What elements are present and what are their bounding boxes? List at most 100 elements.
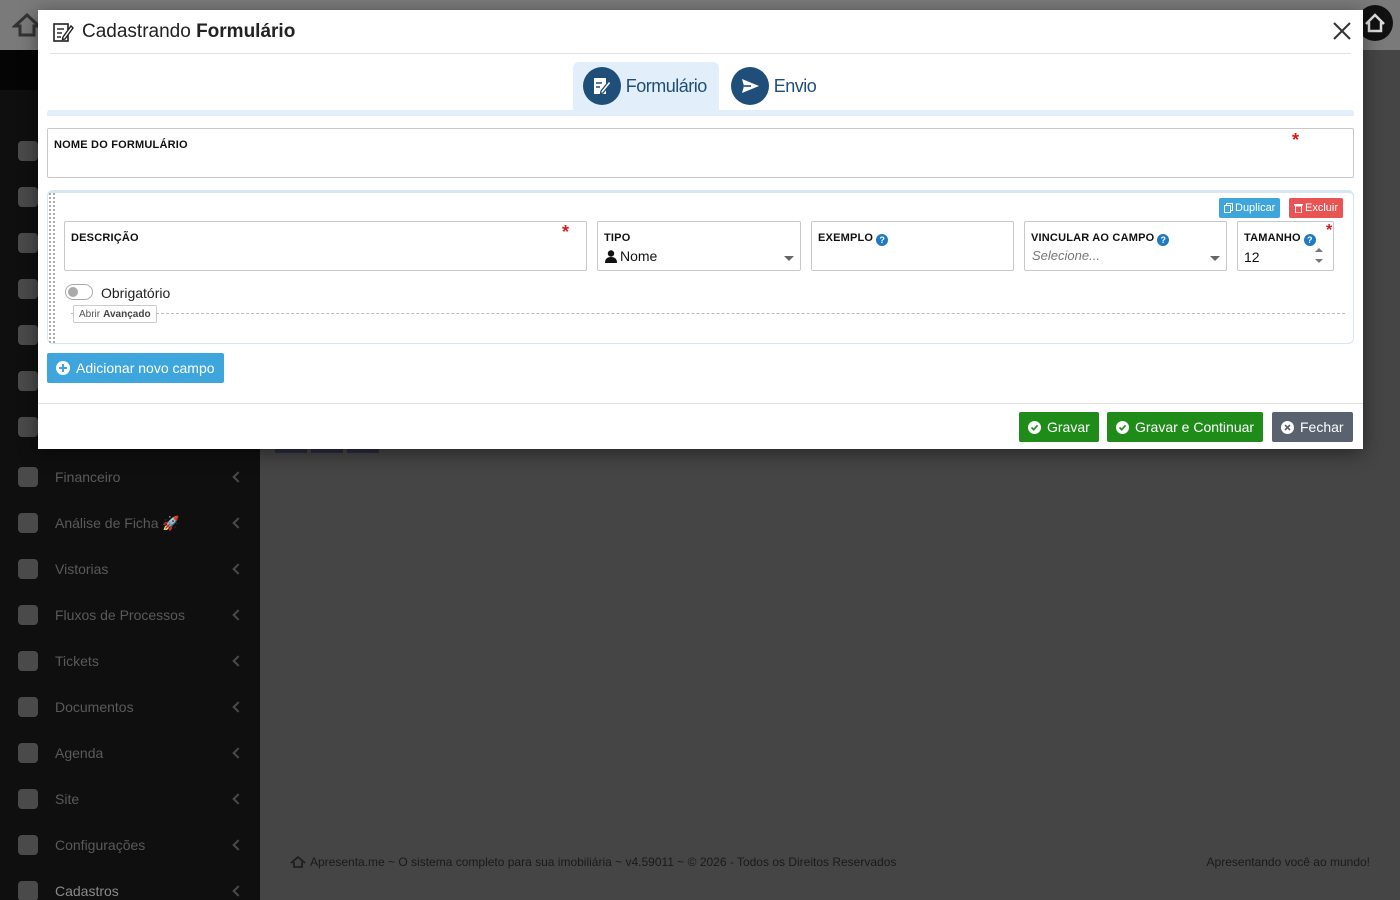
modal-title-prefix: Cadastrando (82, 20, 191, 42)
sidebar-item[interactable]: Documentos (0, 684, 260, 730)
required-mark: * (562, 222, 570, 242)
sidebar-item-label: Análise de Ficha 🚀 (55, 514, 180, 531)
menu-icon (18, 371, 38, 391)
chevron-down-icon (1210, 256, 1220, 261)
size-stepper[interactable]: TAMANHO? * 12 (1237, 221, 1334, 271)
footer-logo-icon (290, 855, 306, 868)
sidebar-item[interactable]: Configurações (0, 822, 260, 868)
sidebar-item[interactable]: Cadastros (0, 868, 260, 900)
help-icon[interactable]: ? (1157, 234, 1170, 246)
sidebar-item[interactable]: Análise de Ficha 🚀 (0, 500, 260, 546)
tab-formulario[interactable]: Formulário (572, 62, 719, 110)
tab-label: Formulário (625, 75, 708, 96)
menu-icon (18, 881, 38, 900)
open-advanced-button[interactable]: Abrir Avançado (73, 305, 157, 323)
copy-icon (1224, 203, 1233, 213)
example-field[interactable]: EXEMPLO? (811, 221, 1014, 271)
spin-down-icon[interactable] (1315, 259, 1323, 263)
chevron-icon (232, 471, 244, 483)
home-logo-icon (1365, 13, 1385, 33)
modal-title-bold: Formulário (196, 20, 296, 42)
save-continue-label: Gravar e Continuar (1135, 419, 1255, 435)
save-button[interactable]: Gravar (1019, 412, 1099, 442)
sidebar-item[interactable]: Vistorias (0, 546, 260, 592)
example-label-text: EXEMPLO (818, 232, 874, 244)
sidebar-item[interactable]: Financeiro (0, 454, 260, 500)
add-field-label: Adicionar novo campo (76, 360, 215, 376)
check-circle-icon (1116, 420, 1129, 434)
modal-header: Cadastrando Formulário (50, 10, 1351, 54)
sidebar-item-label: Agenda (55, 745, 104, 761)
menu-icon (18, 467, 38, 487)
chevron-icon (232, 609, 244, 621)
footer-copyright: Apresenta.me ~ O sistema completo para s… (310, 855, 897, 869)
drag-handle[interactable] (49, 193, 55, 343)
example-label: EXEMPLO? (818, 232, 889, 246)
help-icon[interactable]: ? (876, 234, 889, 246)
chevron-icon (232, 747, 244, 759)
menu-icon (18, 417, 38, 437)
user-icon (605, 249, 617, 263)
add-field-button[interactable]: Adicionar novo campo (47, 353, 224, 383)
sidebar-item-label: Cadastros (55, 883, 119, 899)
menu-icon (18, 651, 38, 671)
menu-icon (18, 513, 38, 533)
help-icon[interactable]: ? (1303, 234, 1316, 246)
menu-icon (18, 325, 38, 345)
delete-label: Excluir (1305, 202, 1339, 214)
chevron-icon (232, 655, 244, 667)
footer-tagline: Apresentando você ao mundo! (1206, 855, 1370, 869)
menu-icon (18, 279, 38, 299)
menu-icon (18, 559, 38, 579)
description-label: DESCRIÇÃO (71, 232, 139, 244)
tab-envio[interactable]: Envio (721, 62, 829, 110)
menu-icon (18, 697, 38, 717)
field-block: Duplicar Excluir DESCRIÇÃO * TIPO Nome E… (47, 190, 1354, 344)
close-button[interactable]: Fechar (1272, 412, 1353, 442)
sidebar-item[interactable]: Fluxos de Processos (0, 592, 260, 638)
sidebar-item[interactable]: Site (0, 776, 260, 822)
chevron-icon (232, 563, 244, 575)
close-label: Fechar (1300, 419, 1344, 435)
form-name-field[interactable]: NOME DO FORMULÁRIO * (47, 128, 1354, 178)
chevron-icon (232, 793, 244, 805)
form-edit-icon (53, 22, 74, 42)
chevron-icon (232, 885, 244, 897)
menu-icon (18, 141, 38, 161)
chevron-icon (232, 701, 244, 713)
form-modal: Cadastrando Formulário Formulário Envio … (38, 10, 1363, 449)
trash-icon (1294, 204, 1303, 213)
advanced-divider (71, 313, 1345, 314)
description-field[interactable]: DESCRIÇÃO * (64, 221, 587, 271)
delete-button[interactable]: Excluir (1289, 198, 1344, 218)
menu-icon (18, 605, 38, 625)
required-mark: * (1292, 130, 1300, 150)
spin-up-icon[interactable] (1315, 248, 1323, 252)
save-label: Gravar (1047, 419, 1090, 435)
tab-label: Envio (773, 75, 817, 96)
required-mark: * (1326, 222, 1333, 239)
plus-circle-icon (56, 361, 70, 375)
x-circle-icon (1281, 420, 1294, 434)
advanced-bold: Avançado (103, 308, 151, 320)
sidebar-item-label: Configurações (55, 837, 146, 853)
check-circle-icon (1028, 420, 1041, 434)
duplicate-button[interactable]: Duplicar (1219, 198, 1281, 218)
link-field-placeholder: Selecione... (1032, 248, 1100, 263)
close-icon[interactable] (1331, 20, 1353, 42)
link-field-label: VINCULAR AO CAMPO? (1031, 232, 1170, 246)
menu-icon (18, 789, 38, 809)
sidebar-item-label: Financeiro (55, 469, 121, 485)
link-field-select[interactable]: VINCULAR AO CAMPO? Selecione... (1024, 221, 1227, 271)
save-continue-button[interactable]: Gravar e Continuar (1107, 412, 1264, 442)
toggle-knob (68, 287, 78, 297)
chevron-icon (232, 517, 244, 529)
menu-icon (18, 187, 38, 207)
type-select[interactable]: TIPO Nome (597, 221, 801, 271)
sidebar-item[interactable]: Agenda (0, 730, 260, 776)
sidebar-item[interactable]: Tickets (0, 638, 260, 684)
footer-left: Apresenta.me ~ O sistema completo para s… (290, 855, 896, 869)
sidebar-item-label: Vistorias (55, 561, 109, 577)
chevron-icon (232, 839, 244, 851)
required-toggle[interactable] (65, 284, 93, 300)
